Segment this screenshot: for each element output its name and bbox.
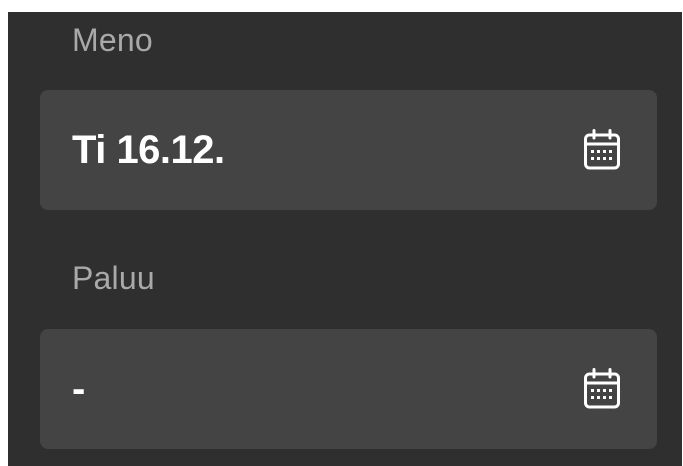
- depart-date-field[interactable]: Ti 16.12.: [40, 90, 657, 210]
- return-date-field[interactable]: -: [40, 329, 657, 449]
- calendar-icon[interactable]: [583, 368, 621, 410]
- return-date-value: -: [72, 367, 85, 411]
- calendar-icon[interactable]: [583, 129, 621, 171]
- return-date-label: Paluu: [72, 260, 155, 296]
- date-picker-panel: Meno Ti 16.12. Paluu -: [8, 12, 682, 466]
- depart-date-value: Ti 16.12.: [72, 128, 225, 172]
- depart-date-label: Meno: [72, 22, 153, 58]
